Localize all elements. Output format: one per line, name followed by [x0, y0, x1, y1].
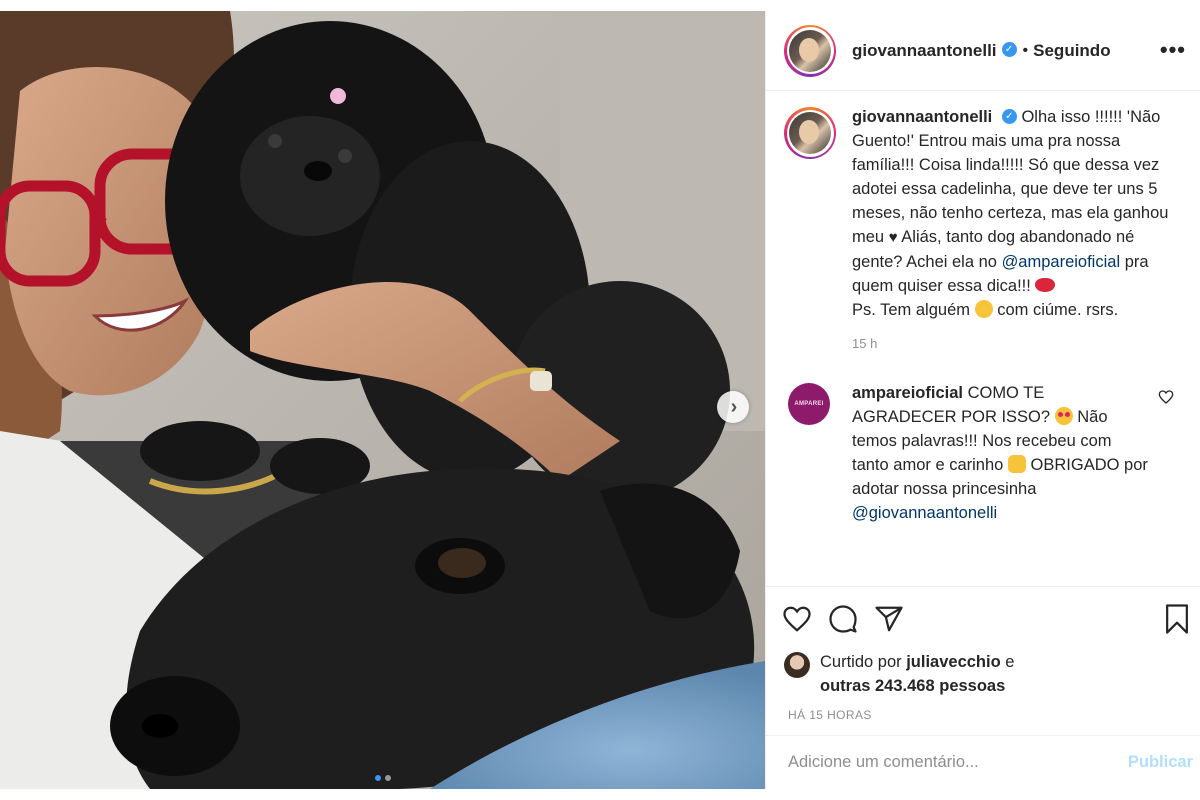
commenter-avatar-logo: AMPAREI [794, 401, 824, 407]
likes-text: Curtido por juliavecchio e outras 243.46… [820, 650, 1014, 698]
mention-link[interactable]: @ampareioficial [1002, 253, 1121, 271]
kiss-lips-emoji-icon [1035, 278, 1056, 292]
verified-badge-icon: ✓ [1001, 109, 1017, 125]
caption-author-avatar[interactable] [784, 107, 836, 159]
liker-username[interactable]: juliavecchio [906, 653, 1000, 671]
caption-text-part: Olha isso !!!!!! 'Não Guento!' Entrou ma… [852, 108, 1169, 246]
comment-bubble-icon[interactable] [828, 604, 858, 634]
likes-prefix: Curtido por [820, 653, 902, 671]
commenter-avatar[interactable]: AMPAREI [788, 383, 830, 425]
following-button[interactable]: Seguindo [1033, 41, 1110, 61]
caption-text-part: Ps. Tem alguém [852, 301, 970, 319]
caption: giovannaantonelli ✓ Olha isso !!!!!! 'Nã… [784, 105, 1182, 322]
carousel-indicator [0, 775, 765, 781]
raised-hands-emoji-icon [1007, 455, 1026, 473]
carousel-dot-active [374, 775, 381, 781]
chevron-right-icon: › [730, 396, 738, 418]
caption-avatar-image [789, 112, 831, 154]
heart-outline-icon[interactable] [782, 604, 812, 634]
caption-timestamp: 15 h [852, 336, 878, 351]
commenter-username[interactable]: ampareioficial [852, 384, 963, 402]
monocle-face-emoji-icon [974, 300, 993, 318]
carousel-next-button[interactable]: › [717, 391, 749, 423]
caption-text: giovannaantonelli ✓ Olha isso !!!!!! 'Nã… [852, 105, 1182, 322]
likes-middle: e [1005, 653, 1015, 671]
heart-eyes-emoji-icon [1054, 407, 1073, 425]
post-actions-bar [766, 586, 1200, 650]
publish-button[interactable]: Publicar [1128, 753, 1193, 772]
bookmark-icon[interactable] [1162, 603, 1192, 640]
post-side-panel: giovannaantonelli ✓ • Seguindo ••• giova… [765, 11, 1200, 789]
carousel-dot [384, 775, 391, 781]
black-heart-icon: ♥ [888, 229, 898, 246]
separator-dot: • [1022, 41, 1029, 59]
comments-list: giovannaantonelli ✓ Olha isso !!!!!! 'Nã… [766, 91, 1200, 586]
more-options-icon[interactable]: ••• [1160, 37, 1186, 63]
liker-avatar[interactable] [784, 652, 810, 678]
post-photo[interactable]: › [0, 11, 765, 789]
author-avatar[interactable] [784, 24, 836, 77]
caption-text-part: com ciúme. rsrs. [997, 301, 1119, 319]
comment-input[interactable]: Adicione um comentário... [788, 753, 1128, 772]
comment-like-heart-icon[interactable] [1158, 389, 1174, 410]
author-username[interactable]: giovannaantonelli [852, 41, 997, 61]
author-avatar-image [789, 29, 831, 72]
add-comment-bar: Adicione um comentário... Publicar [766, 735, 1200, 789]
paper-plane-icon[interactable] [874, 604, 904, 634]
mention-link[interactable]: @giovannaantonelli [852, 504, 997, 522]
likes-summary: Curtido por juliavecchio e outras 243.46… [766, 650, 1200, 698]
comment-item: AMPAREI ampareioficial COMO TE AGRADECER… [784, 381, 1182, 525]
likes-count-link[interactable]: outras 243.468 pessoas [820, 677, 1005, 695]
caption-username[interactable]: giovannaantonelli [852, 108, 992, 126]
post-header: giovannaantonelli ✓ • Seguindo ••• [766, 11, 1200, 91]
selfie-with-dogs-image [0, 11, 765, 789]
verified-badge-icon: ✓ [1001, 42, 1017, 57]
comment-text: ampareioficial COMO TE AGRADECER POR ISS… [852, 381, 1152, 525]
